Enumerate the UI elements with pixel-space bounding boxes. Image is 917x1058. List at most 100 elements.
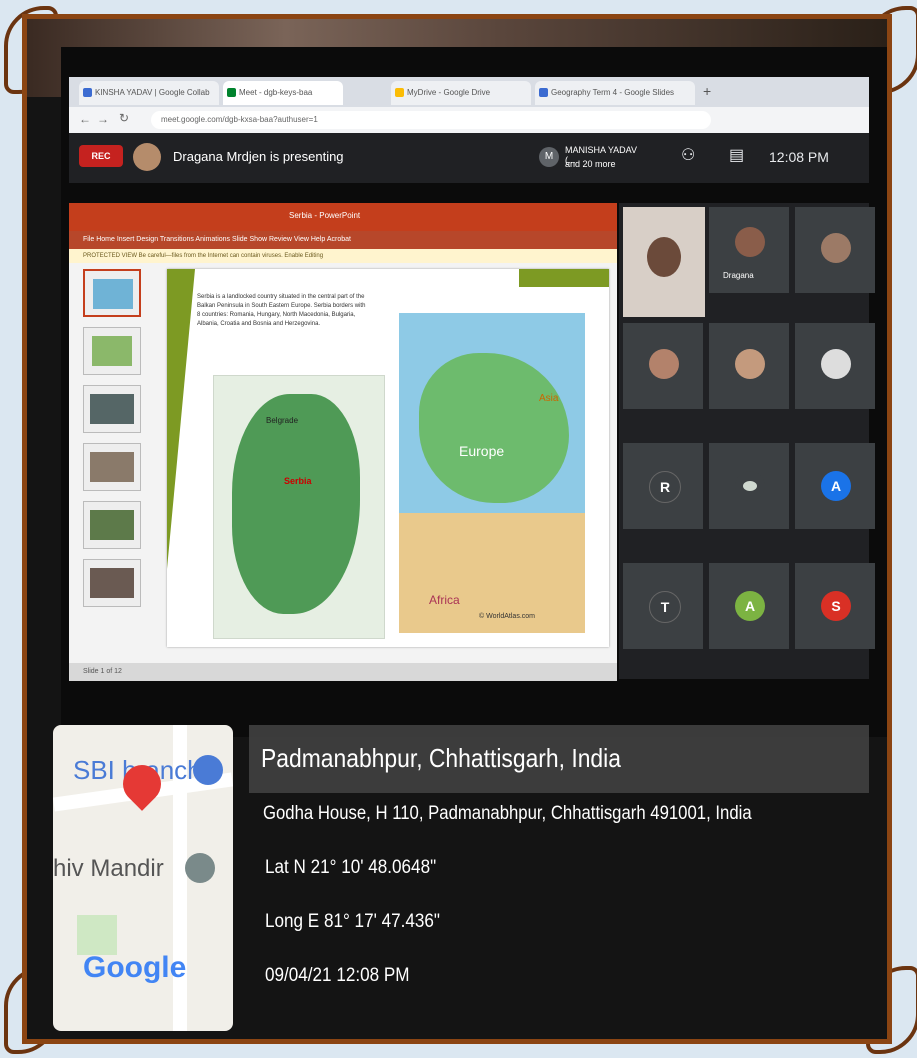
slide-thumbnail[interactable]: [83, 443, 141, 491]
geotag-place: Padmanabhpur, Chhattisgarh, India: [261, 743, 621, 773]
geotag-address: Godha House, H 110, Padmanabhpur, Chhatt…: [263, 803, 752, 824]
participant-tile[interactable]: S: [795, 563, 875, 649]
ppt-status-bar: Slide 1 of 12: [69, 663, 617, 681]
presenter-avatar: [133, 143, 161, 171]
asia-label: Asia: [539, 393, 559, 404]
avatar-image-icon: [743, 481, 757, 491]
participant-grid: Dragana R A T A S: [619, 203, 875, 679]
people-icon[interactable]: ⚇: [681, 145, 695, 165]
slide-thumbnail[interactable]: [83, 269, 141, 317]
avatar-initial: R: [649, 471, 681, 503]
participant-tile[interactable]: A: [709, 563, 789, 649]
presenting-status: Dragana Mrdjen is presenting: [173, 149, 344, 164]
ppt-title: Serbia - PowerPoint: [289, 211, 361, 220]
browser-tab-bar: KINSHA YADAV | Google Collab Meet - dgb-…: [69, 77, 869, 107]
avatar-initial: S: [821, 591, 851, 621]
slide-body-text: Serbia is a landlocked country situated …: [197, 294, 366, 327]
google-logo: Google: [83, 951, 187, 984]
participant-tile[interactable]: [795, 207, 875, 293]
thumbnail-image-icon: [90, 510, 134, 540]
geotag-latitude: Lat N 21° 10' 48.0648": [265, 857, 437, 878]
new-tab-icon[interactable]: +: [703, 83, 711, 99]
chat-icon[interactable]: ▤: [729, 145, 744, 165]
participant-summary[interactable]: M MANISHA YADAV (... and 20 more: [539, 139, 639, 177]
slide-accent-bar: [519, 269, 609, 287]
tile-name: Dragana: [723, 271, 754, 280]
browser-tab[interactable]: Geography Term 4 - Google Slides: [535, 81, 695, 105]
africa-label: Africa: [429, 593, 460, 607]
shared-presentation: Serbia - PowerPoint File Home Insert Des…: [69, 203, 617, 663]
slide-thumbnail[interactable]: [83, 559, 141, 607]
back-arrow-icon[interactable]: ←: [79, 112, 91, 126]
participant-tile[interactable]: R: [623, 443, 703, 529]
serbia-map: Belgrade Serbia: [213, 375, 385, 639]
slide-thumbnail[interactable]: [83, 327, 141, 375]
map-park-shape: [77, 915, 117, 955]
meet-header: REC Dragana Mrdjen is presenting M MANIS…: [69, 133, 869, 183]
participant-tile[interactable]: [709, 443, 789, 529]
browser-address-bar: ← → ↻ meet.google.com/dgb-kxsa-baa?authu…: [69, 107, 869, 133]
participant-face: [647, 237, 681, 277]
ppt-ribbon: Serbia - PowerPoint: [69, 203, 617, 231]
europe-map: Europe Asia Africa © WorldAtlas.com: [399, 313, 585, 633]
avatar-initial: A: [821, 471, 851, 501]
participant-tile-presenter[interactable]: Dragana: [709, 207, 789, 293]
temple-pin-icon: [185, 853, 215, 883]
europe-label: Europe: [459, 443, 505, 459]
location-map-thumbnail: SBI branch hiv Mandir Google: [53, 725, 233, 1031]
avatar: [735, 349, 765, 379]
avatar: [649, 349, 679, 379]
avatar: [821, 349, 851, 379]
thumbnail-image-icon: [92, 336, 132, 366]
browser-tab[interactable]: KINSHA YADAV | Google Collab: [79, 81, 219, 105]
tab-favicon-icon: [83, 88, 92, 97]
geotag-location-bar: Padmanabhpur, Chhattisgarh, India: [249, 725, 869, 793]
participant-tile[interactable]: A: [795, 443, 875, 529]
slide-thumbnail[interactable]: [83, 385, 141, 433]
participant-tile[interactable]: [709, 323, 789, 409]
map-temple-label: hiv Mandir: [53, 855, 164, 882]
participant-tile[interactable]: [623, 323, 703, 409]
browser-tab-active[interactable]: Meet - dgb-keys-baa: [223, 81, 343, 105]
browser-tab[interactable]: MyDrive - Google Drive: [391, 81, 531, 105]
europe-landmass-shape: [419, 353, 569, 503]
serbia-label: Serbia: [284, 476, 312, 486]
ppt-menu-bar[interactable]: File Home Insert Design Transitions Anim…: [69, 231, 617, 249]
participant-tile[interactable]: [795, 323, 875, 409]
thumbnail-image-icon: [90, 568, 134, 598]
avatar: [735, 227, 765, 257]
tab-label: Meet - dgb-keys-baa: [239, 88, 313, 97]
avatar-initial: A: [735, 591, 765, 621]
thumbnail-image-icon: [90, 394, 134, 424]
avatar-initial: T: [649, 591, 681, 623]
meeting-clock: 12:08 PM: [769, 149, 829, 165]
drive-favicon-icon: [395, 88, 404, 97]
recording-badge: REC: [79, 145, 123, 167]
slides-favicon-icon: [539, 88, 548, 97]
participant-initial-avatar: M: [539, 147, 559, 167]
participant-more: and 20 more: [565, 159, 616, 169]
avatar: [821, 233, 851, 263]
bank-pin-icon: [193, 755, 223, 785]
participant-video-tile[interactable]: [623, 207, 705, 317]
protected-view-bar[interactable]: PROTECTED VIEW Be careful—files from the…: [69, 249, 617, 263]
forward-arrow-icon[interactable]: →: [97, 112, 109, 126]
reload-icon[interactable]: ↻: [119, 111, 129, 125]
current-slide: Serbia is a landlocked country situated …: [167, 269, 609, 647]
thumbnail-image-icon: [90, 452, 134, 482]
geotag-longitude: Long E 81° 17' 47.436": [265, 911, 440, 932]
avatar-initial: [735, 471, 765, 501]
geotag-datetime: 09/04/21 12:08 PM: [265, 965, 410, 986]
participant-tile[interactable]: T: [623, 563, 703, 649]
tab-label: Geography Term 4 - Google Slides: [551, 88, 675, 97]
tab-label: KINSHA YADAV | Google Collab: [95, 88, 210, 97]
thumbnail-map-icon: [93, 279, 133, 309]
meet-favicon-icon: [227, 88, 236, 97]
url-field[interactable]: meet.google.com/dgb-kxsa-baa?authuser=1: [151, 111, 711, 129]
tab-label: MyDrive - Google Drive: [407, 88, 491, 97]
photo-frame: KINSHA YADAV | Google Collab Meet - dgb-…: [22, 14, 892, 1044]
city-label: Belgrade: [266, 416, 299, 425]
slide-accent-shape: [167, 269, 195, 569]
slide-thumbnail[interactable]: [83, 501, 141, 549]
map-credit: © WorldAtlas.com: [479, 613, 535, 620]
